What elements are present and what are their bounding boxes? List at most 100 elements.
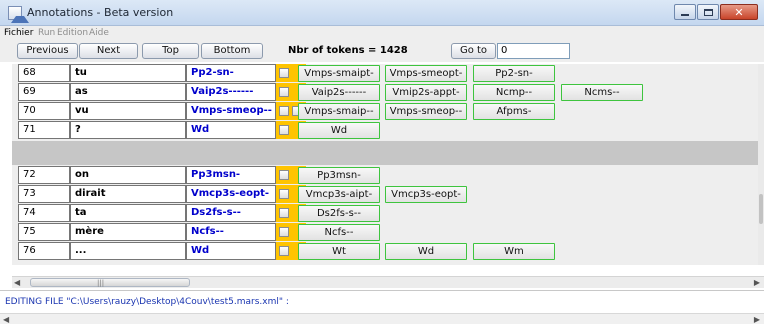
- tag-choice-button[interactable]: Ncmp--: [473, 84, 555, 101]
- token-tag[interactable]: Wd: [186, 242, 276, 260]
- goto-button[interactable]: Go to: [451, 43, 496, 59]
- token-row: 73 dirait Vmcp3s-eopt- Vmcp3s-aipt- Vmcp3s-e…: [12, 185, 758, 203]
- validation-checkbox[interactable]: [279, 125, 289, 135]
- status-text: EDITING FILE "C:\Users\rauzy\Desktop\4Co…: [5, 297, 289, 307]
- tag-choice-button[interactable]: Wm: [473, 243, 555, 260]
- title-bar: Annotations - Beta version ✕: [0, 0, 764, 26]
- token-number: 75: [18, 223, 70, 241]
- token-word: ta: [70, 204, 186, 222]
- scroll-right-arrow-icon[interactable]: ▶: [754, 277, 760, 288]
- tag-choice-button[interactable]: Vmps-smaip--: [298, 103, 380, 120]
- navigation-toolbar: Previous Next Top Bottom Nbr of tokens =…: [0, 40, 764, 62]
- tag-choice-button[interactable]: Ncms--: [561, 84, 643, 101]
- maximize-icon: [703, 8, 713, 16]
- token-count-label: Nbr of tokens = 1428: [288, 45, 408, 56]
- token-row: 70 vu Vmps-smeop-- Vmps-smaip-- Vmps-smeop--…: [12, 102, 758, 120]
- menu-edition[interactable]: Edition: [57, 26, 88, 40]
- validation-checkbox[interactable]: [279, 106, 289, 116]
- window-controls: ✕: [674, 4, 758, 20]
- validation-checkbox[interactable]: [279, 208, 289, 218]
- close-icon: ✕: [734, 5, 744, 19]
- menu-aide[interactable]: Aide: [89, 26, 109, 40]
- token-word: tu: [70, 64, 186, 82]
- minimize-button[interactable]: [674, 4, 696, 20]
- tag-choice-button[interactable]: Vmps-smaipt-: [298, 65, 380, 82]
- token-tag[interactable]: Pp2-sn-: [186, 64, 276, 82]
- token-number: 71: [18, 121, 70, 139]
- vertical-scroll-thumb[interactable]: [759, 194, 763, 224]
- token-word: as: [70, 83, 186, 101]
- sentence-separator: [12, 141, 758, 165]
- token-word: vu: [70, 102, 186, 120]
- next-button[interactable]: Next: [79, 43, 138, 59]
- validation-checkbox[interactable]: [279, 246, 289, 256]
- token-row: 74 ta Ds2fs-s-- Ds2fs-s--: [12, 204, 758, 222]
- token-row: 72 on Pp3msn- Pp3msn-: [12, 166, 758, 184]
- token-number: 73: [18, 185, 70, 203]
- token-number: 74: [18, 204, 70, 222]
- validation-checkbox[interactable]: [279, 68, 289, 78]
- token-word: ...: [70, 242, 186, 260]
- tag-choice-button[interactable]: Vmps-smeop--: [385, 103, 467, 120]
- goto-input[interactable]: 0: [497, 43, 570, 59]
- token-row: 69 as Vaip2s------ Vaip2s------ Vmip2s-appt-…: [12, 83, 758, 101]
- token-number: 76: [18, 242, 70, 260]
- tag-choice-button[interactable]: Wt: [298, 243, 380, 260]
- token-word: ?: [70, 121, 186, 139]
- menu-run[interactable]: Run: [38, 26, 55, 40]
- horizontal-scrollbar[interactable]: ◀ ||| ▶: [12, 276, 764, 288]
- token-word: mère: [70, 223, 186, 241]
- tag-choice-button[interactable]: Wd: [298, 122, 380, 139]
- tag-choice-button[interactable]: Pp2-sn-: [473, 65, 555, 82]
- menu-fichier[interactable]: Fichier: [4, 26, 33, 40]
- status-panel: EDITING FILE "C:\Users\rauzy\Desktop\4Co…: [0, 290, 764, 324]
- maximize-button[interactable]: [697, 4, 719, 20]
- tag-choice-button[interactable]: Vmps-smeopt-: [385, 65, 467, 82]
- tag-choice-button[interactable]: Wd: [385, 243, 467, 260]
- token-tag[interactable]: Ds2fs-s--: [186, 204, 276, 222]
- tag-choice-button[interactable]: Ds2fs-s--: [298, 205, 380, 222]
- annotation-grid: 68 tu Pp2-sn- Vmps-smaipt- Vmps-smeopt- Pp2-s…: [12, 64, 758, 265]
- tag-choice-button[interactable]: Afpms-: [473, 103, 555, 120]
- validation-checkbox[interactable]: [279, 170, 289, 180]
- tag-choice-button[interactable]: Vmcp3s-eopt-: [385, 186, 467, 203]
- tag-choice-button[interactable]: Ncfs--: [298, 224, 380, 241]
- previous-button[interactable]: Previous: [17, 43, 78, 59]
- token-word: on: [70, 166, 186, 184]
- vertical-scrollbar[interactable]: [758, 64, 764, 265]
- token-row: 68 tu Pp2-sn- Vmps-smaipt- Vmps-smeopt- Pp2-s…: [12, 64, 758, 82]
- validation-checkbox[interactable]: [279, 189, 289, 199]
- token-tag[interactable]: Vmps-smeop--: [186, 102, 276, 120]
- scroll-left-arrow-icon[interactable]: ◀: [14, 277, 20, 288]
- token-row: 75 mère Ncfs-- Ncfs--: [12, 223, 758, 241]
- app-icon: [8, 6, 29, 23]
- tag-choice-button[interactable]: Vmip2s-appt-: [385, 84, 467, 101]
- close-button[interactable]: ✕: [720, 4, 758, 20]
- bottom-button[interactable]: Bottom: [201, 43, 263, 59]
- token-number: 72: [18, 166, 70, 184]
- tag-choice-button[interactable]: Vaip2s------: [298, 84, 380, 101]
- token-row: 71? Wd Wd: [12, 121, 758, 139]
- token-row: 76... Wd Wt Wd Wm: [12, 242, 758, 260]
- horizontal-scroll-thumb[interactable]: |||: [30, 278, 190, 287]
- token-word: dirait: [70, 185, 186, 203]
- token-tag[interactable]: Pp3msn-: [186, 166, 276, 184]
- top-button[interactable]: Top: [142, 43, 199, 59]
- tag-choice-button[interactable]: Vmcp3s-aipt-: [298, 186, 380, 203]
- menu-bar: Fichier Run Edition Aide: [0, 26, 764, 40]
- status-horizontal-scrollbar[interactable]: ◀ ▶: [0, 313, 764, 324]
- tag-choice-button[interactable]: Pp3msn-: [298, 167, 380, 184]
- token-number: 69: [18, 83, 70, 101]
- token-tag[interactable]: Ncfs--: [186, 223, 276, 241]
- minimize-icon: [681, 13, 689, 16]
- validation-checkbox[interactable]: [279, 87, 289, 97]
- token-number: 68: [18, 64, 70, 82]
- token-tag[interactable]: Vaip2s------: [186, 83, 276, 101]
- token-tag[interactable]: Wd: [186, 121, 276, 139]
- status-scroll-left-arrow-icon[interactable]: ◀: [3, 314, 9, 324]
- grip-icon: |||: [97, 279, 105, 287]
- token-number: 70: [18, 102, 70, 120]
- status-scroll-right-arrow-icon[interactable]: ▶: [754, 314, 760, 324]
- token-tag[interactable]: Vmcp3s-eopt-: [186, 185, 276, 203]
- validation-checkbox[interactable]: [279, 227, 289, 237]
